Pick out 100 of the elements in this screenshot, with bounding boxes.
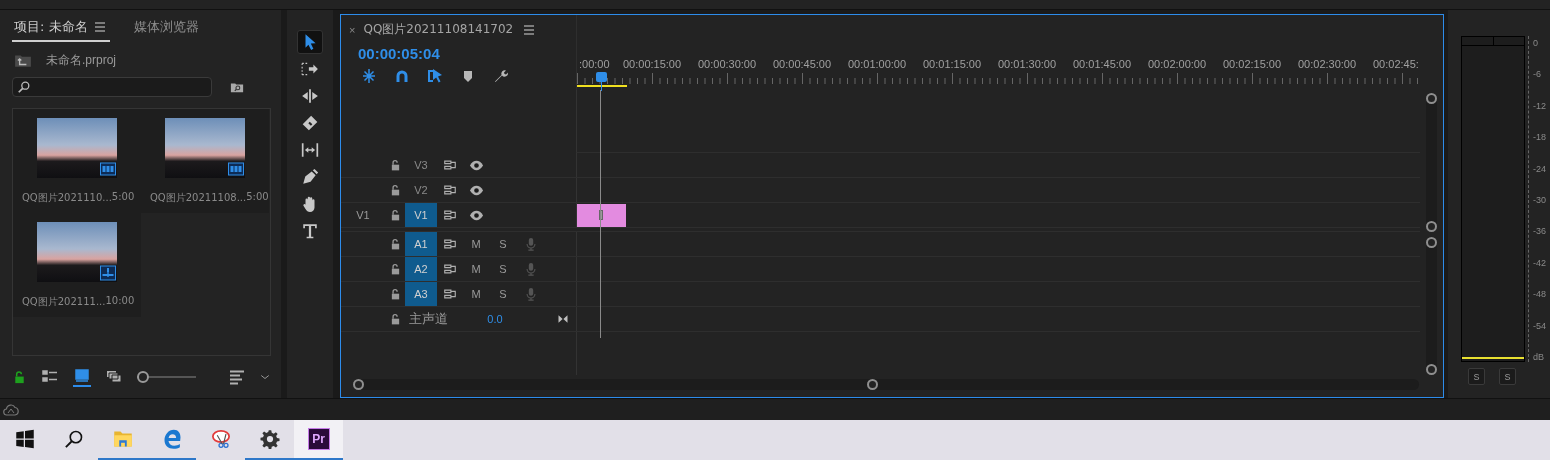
- media-name: QQ图片2021110...: [22, 191, 112, 205]
- type-tool-icon: [301, 222, 319, 240]
- solo-button[interactable]: S: [489, 263, 517, 275]
- solo-button[interactable]: S: [1468, 368, 1485, 385]
- project-file-name: 未命名.prproj: [46, 51, 116, 69]
- cloud-icon[interactable]: [3, 401, 19, 418]
- media-name: QQ图片20211108...: [150, 191, 247, 205]
- scroll-handle[interactable]: [1426, 220, 1437, 232]
- close-button[interactable]: ×: [349, 23, 356, 36]
- ruler-label: 00:01:15:00: [923, 58, 982, 70]
- media-duration: 5:00: [246, 191, 269, 204]
- pen-tool-icon: [301, 168, 319, 186]
- sync-lock-icon[interactable]: [443, 158, 457, 172]
- source-patch[interactable]: V1: [356, 209, 370, 221]
- meter-scale-label: -36: [1533, 226, 1546, 237]
- nest-icon[interactable]: [361, 68, 377, 84]
- ruler-label: 00:00:15:00: [623, 58, 682, 70]
- media-item[interactable]: QQ图片202111...10:00: [13, 213, 141, 317]
- sync-lock-icon[interactable]: [443, 287, 457, 301]
- ruler-label: 00:02:00:00: [1148, 58, 1207, 70]
- scroll-handle[interactable]: [1426, 93, 1437, 104]
- tool-button[interactable]: [297, 30, 323, 54]
- settings-icon: [259, 429, 280, 449]
- scroll-handle[interactable]: [353, 379, 364, 390]
- ruler-label: 00:00:30:00: [698, 58, 757, 70]
- track-select-tool-icon: [301, 60, 319, 78]
- sequence-title[interactable]: QQ图片20211108141702: [363, 21, 514, 38]
- media-duration: 10:00: [105, 295, 135, 308]
- search-field[interactable]: [12, 77, 212, 97]
- media-name: QQ图片202111...: [22, 295, 106, 309]
- vertical-scrollbar[interactable]: [1426, 93, 1437, 232]
- ruler-label: 00:02:45:: [1373, 58, 1419, 70]
- track-target-button[interactable]: A1: [405, 232, 437, 256]
- wrench-icon[interactable]: [493, 68, 509, 84]
- windows-logo-icon: [14, 429, 35, 449]
- sequence-icon: [100, 265, 116, 281]
- meter-scale-label: -24: [1533, 163, 1546, 174]
- ruler-label: 00:01:30:00: [998, 58, 1057, 70]
- ruler-label: 00:02:15:00: [1223, 58, 1282, 70]
- freeform-view-icon: [106, 368, 122, 384]
- sync-lock-icon[interactable]: [443, 183, 457, 197]
- folder-icon: [112, 429, 133, 449]
- film-icon: [100, 161, 116, 177]
- track-target-button[interactable]: A2: [405, 257, 437, 281]
- meter-scale-label: -18: [1533, 132, 1546, 143]
- mute-button[interactable]: M: [463, 263, 489, 275]
- scroll-handle[interactable]: [1426, 236, 1437, 248]
- zoom-slider[interactable]: [137, 371, 196, 383]
- meter-scale-label: dB: [1533, 351, 1545, 362]
- view-button[interactable]: [73, 367, 91, 387]
- sync-lock-icon[interactable]: [443, 237, 457, 251]
- mute-button[interactable]: M: [463, 288, 489, 300]
- sort-icon[interactable]: [229, 369, 245, 385]
- taskbar-button[interactable]: Pr: [294, 420, 343, 460]
- time-ruler[interactable]: :00:00 00:00:15:00 00:00:30:00 00:00:45:00 00:01:00:00 00:01:15:00 00:01:30:00 00:01:45:00 00:02:00:00 00:02:15:00 00:02:30:00 00:02:45:: [576, 15, 1443, 90]
- scroll-handle[interactable]: [867, 379, 878, 390]
- solo-button[interactable]: S: [489, 288, 517, 300]
- media-duration: 5:00: [111, 191, 135, 204]
- list-view-icon: [42, 368, 58, 384]
- meter-scale-label: 0: [1533, 38, 1539, 48]
- track-target-button[interactable]: V2: [405, 178, 437, 202]
- search-icon: [17, 80, 31, 94]
- timecode[interactable]: 00:00:05:04: [349, 45, 576, 62]
- horizontal-scrollbar[interactable]: [353, 379, 1419, 390]
- mute-button[interactable]: M: [463, 238, 489, 250]
- solo-button[interactable]: S: [489, 238, 517, 250]
- volume-value[interactable]: 0.0: [465, 313, 525, 325]
- ruler-label: 00:01:45:00: [1073, 58, 1132, 70]
- search-icon: [63, 429, 84, 449]
- padlock-icon[interactable]: [12, 369, 27, 385]
- app-logo: Pr: [307, 428, 330, 450]
- ruler-label: 00:00:45:00: [773, 58, 832, 70]
- track-target-button[interactable]: V3: [405, 153, 437, 177]
- meter-scale-label: -6: [1533, 69, 1542, 80]
- bowtie-icon[interactable]: [557, 313, 569, 325]
- linked-selection-icon[interactable]: [427, 68, 443, 84]
- scissors-icon: [210, 429, 231, 449]
- track-target-button[interactable]: A3: [405, 282, 437, 306]
- scroll-handle[interactable]: [1426, 364, 1437, 375]
- clip[interactable]: [577, 204, 626, 227]
- ruler-label: 00:01:00:00: [848, 58, 907, 70]
- panel-tab[interactable]: 媒体浏览器: [131, 16, 201, 42]
- slip-tool-icon: [301, 141, 319, 159]
- sync-lock-icon[interactable]: [443, 208, 457, 222]
- solo-button[interactable]: S: [1499, 368, 1516, 385]
- panel-tab[interactable]: 项目: 未命名: [12, 16, 110, 42]
- media-item[interactable]: QQ图片2021110...5:00: [13, 109, 141, 213]
- meter-scale-label: -30: [1533, 194, 1546, 205]
- track-name: 主声道: [408, 310, 449, 328]
- playhead-handle[interactable]: [596, 72, 607, 82]
- track-area[interactable]: [576, 90, 1420, 153]
- media-item[interactable]: QQ图片20211108...5:00: [141, 109, 269, 213]
- razor-tool-icon: [301, 114, 319, 132]
- icon-view-icon: [74, 368, 90, 384]
- ripple-edit-tool-icon: [301, 87, 319, 105]
- vertical-scrollbar[interactable]: [1426, 236, 1437, 375]
- track-target-button[interactable]: V1: [405, 203, 437, 227]
- magnet-icon[interactable]: [394, 68, 410, 84]
- sync-lock-icon[interactable]: [443, 262, 457, 276]
- ruler-label: :00:00: [579, 58, 610, 70]
